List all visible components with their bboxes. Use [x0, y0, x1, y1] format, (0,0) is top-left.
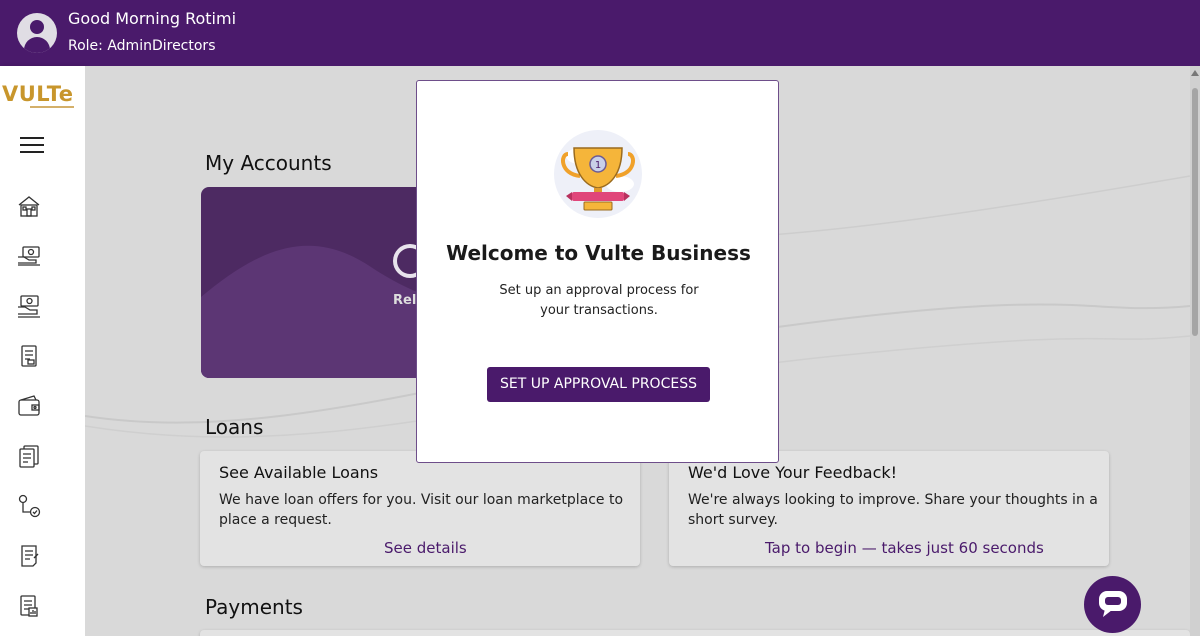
chat-support-button[interactable] [1084, 576, 1141, 633]
statement-document-icon[interactable] [16, 343, 42, 369]
page-scrollbar[interactable] [1190, 66, 1200, 636]
take-survey-link[interactable]: Tap to begin — takes just 60 seconds [765, 539, 1044, 557]
svg-text:1: 1 [595, 160, 601, 171]
greeting-text: Good Morning Rotimi [68, 9, 237, 28]
modal-description: Set up an approval process for your tran… [499, 283, 699, 318]
feedback-card-title: We'd Love Your Feedback! [688, 463, 898, 482]
sidebar: VULTe [0, 66, 85, 636]
trophy-icon: 1 [554, 130, 642, 218]
see-details-link[interactable]: See details [384, 539, 467, 557]
feedback-card-text: We're always looking to improve. Share y… [688, 492, 1098, 528]
approval-flow-icon[interactable] [16, 493, 42, 519]
vulte-logo[interactable]: VULTe [0, 82, 80, 110]
welcome-modal: 1 Welcome to Vulte Business Set up an ap… [416, 80, 779, 463]
my-accounts-title: My Accounts [205, 151, 332, 175]
loans-title: Loans [205, 415, 264, 439]
feedback-card: We'd Love Your Feedback! We're always lo… [669, 451, 1109, 566]
loans-card-text: We have loan offers for you. Visit our l… [219, 492, 624, 528]
modal-title: Welcome to Vulte Business [446, 241, 751, 265]
home-icon[interactable] [16, 193, 42, 219]
cash-transfer-icon[interactable] [16, 243, 42, 269]
setup-approval-button[interactable]: SET UP APPROVAL PROCESS [487, 367, 710, 402]
user-role-text: Role: AdminDirectors [68, 38, 216, 54]
hamburger-menu-icon[interactable] [20, 137, 46, 155]
wallet-icon[interactable] [16, 393, 42, 419]
documents-icon[interactable] [16, 443, 42, 469]
scroll-up-arrow-icon[interactable] [1191, 70, 1199, 76]
cash-payment-icon[interactable] [16, 293, 42, 319]
payments-card [200, 630, 1190, 636]
report-icon[interactable] [16, 593, 42, 619]
top-header: Good Morning Rotimi Role: AdminDirectors [0, 0, 1200, 66]
available-loans-card: See Available Loans We have loan offers … [200, 451, 640, 566]
loans-card-title: See Available Loans [219, 463, 379, 482]
user-avatar-icon[interactable] [17, 13, 57, 53]
scrollbar-thumb[interactable] [1192, 88, 1198, 336]
logo-text: VULTe [2, 82, 74, 106]
chat-bubble-icon [1099, 591, 1127, 617]
payments-title: Payments [205, 595, 303, 619]
invoice-icon[interactable] [16, 543, 42, 569]
